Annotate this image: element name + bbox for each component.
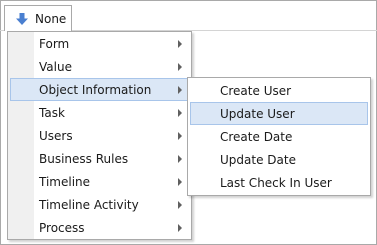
submenu-arrow-icon [178, 155, 182, 163]
menu-item-label: Task [39, 105, 65, 120]
arrow-down-icon [16, 12, 28, 25]
submenu-item-create-user[interactable]: Create User [188, 79, 370, 102]
menu-item-label: Timeline Activity [39, 197, 139, 212]
menu-item-process[interactable]: Process [8, 216, 191, 239]
filter-dropdown-label: None [35, 11, 67, 26]
submenu-item-label: Create Date [220, 129, 293, 144]
submenu-item-update-user[interactable]: Update User [190, 102, 368, 125]
submenu-arrow-icon [178, 224, 182, 232]
field-category-menu: Form Value Object Information Task Users… [7, 31, 192, 240]
submenu-item-update-date[interactable]: Update Date [188, 148, 370, 171]
menu-item-form[interactable]: Form [8, 32, 191, 55]
menu-item-object-information[interactable]: Object Information [10, 78, 189, 101]
menu-item-label: Process [39, 220, 85, 235]
menu-item-label: Business Rules [39, 151, 129, 166]
submenu-item-label: Last Check In User [220, 175, 332, 190]
menu-item-timeline[interactable]: Timeline [8, 170, 191, 193]
menu-item-label: Form [39, 36, 70, 51]
submenu-item-label: Update Date [220, 152, 296, 167]
submenu-item-label: Update User [220, 106, 295, 121]
menu-item-task[interactable]: Task [8, 101, 191, 124]
menu-item-label: Value [39, 59, 72, 74]
submenu-arrow-icon [178, 63, 182, 71]
menu-item-timeline-activity[interactable]: Timeline Activity [8, 193, 191, 216]
menu-item-value[interactable]: Value [8, 55, 191, 78]
submenu-arrow-icon [178, 132, 182, 140]
menu-item-users[interactable]: Users [8, 124, 191, 147]
submenu-item-last-check-in-user[interactable]: Last Check In User [188, 171, 370, 194]
submenu-arrow-icon [178, 178, 182, 186]
submenu-arrow-icon [178, 86, 182, 94]
submenu-item-label: Create User [220, 83, 292, 98]
submenu-item-create-date[interactable]: Create Date [188, 125, 370, 148]
menu-item-label: Object Information [39, 82, 152, 97]
submenu-arrow-icon [178, 109, 182, 117]
object-information-submenu: Create User Update User Create Date Upda… [187, 77, 371, 196]
menu-item-label: Users [39, 128, 73, 143]
submenu-arrow-icon [178, 201, 182, 209]
menu-item-business-rules[interactable]: Business Rules [8, 147, 191, 170]
submenu-arrow-icon [178, 40, 182, 48]
filter-dropdown-button[interactable]: None [4, 5, 72, 31]
menu-item-label: Timeline [39, 174, 91, 189]
